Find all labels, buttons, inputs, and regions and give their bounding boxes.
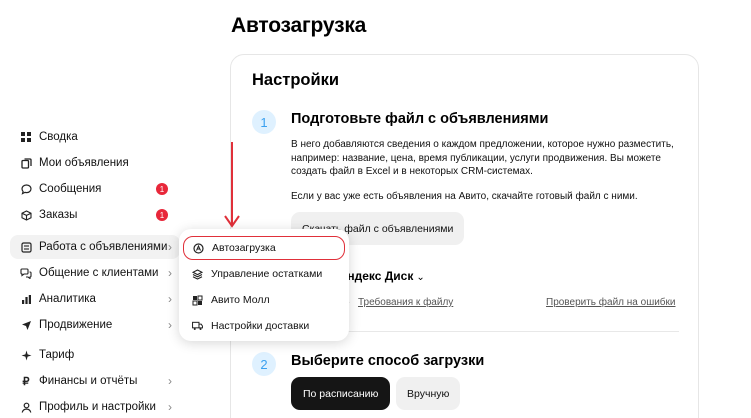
sidebar-item-profile[interactable]: Профиль и настройки › [10, 395, 180, 418]
chat-icon [20, 183, 32, 195]
submenu-item-label: Настройки доставки [211, 320, 310, 332]
chevron-right-icon: › [168, 266, 172, 280]
sidebar-item-ad-management[interactable]: Работа с объявлениями › [10, 235, 180, 259]
submenu-item-label: Управление остатками [211, 268, 323, 280]
chevron-right-icon: › [168, 374, 172, 388]
submenu-item-avito-mall[interactable]: Авито Молл [183, 288, 345, 312]
ad-management-submenu: Автозагрузка Управление остатками Авито … [179, 229, 349, 341]
requirements-link[interactable]: Требования к файлу [358, 297, 453, 308]
sidebar-item-label: Работа с объявлениями [39, 241, 168, 253]
rocket-icon [20, 319, 32, 331]
step-1-hint: Если у вас уже есть объявления на Авито,… [291, 191, 638, 202]
chevron-right-icon: › [168, 292, 172, 306]
autoload-icon [193, 242, 204, 254]
sidebar-item-finance[interactable]: ₽ Финансы и отчёты › [10, 369, 180, 393]
schedule-button[interactable]: По расписанию [291, 377, 391, 410]
sidebar-item-label: Общение с клиентами [39, 267, 159, 279]
sidebar-item-label: Финансы и отчёты [39, 375, 138, 387]
mall-icon [192, 295, 203, 306]
grid-icon [20, 131, 32, 143]
submenu-item-label: Авито Молл [211, 294, 270, 306]
sidebar-item-label: Аналитика [39, 293, 96, 305]
truck-icon [192, 321, 203, 332]
settings-title: Настройки [252, 71, 340, 89]
layers-icon [192, 268, 203, 280]
ruble-icon: ₽ [22, 375, 30, 388]
chevron-right-icon: › [168, 400, 172, 414]
chart-icon [20, 293, 32, 305]
step-2-title: Выберите способ загрузки [291, 353, 485, 369]
unread-badge: 1 [156, 183, 168, 195]
step-1-description: В него добавляются сведения о каждом пре… [291, 139, 674, 177]
sidebar-item-label: Мои объявления [39, 157, 129, 169]
step-2-number: 2 [252, 352, 276, 376]
person-icon [20, 401, 32, 413]
star-icon [20, 349, 32, 361]
sidebar-item-label: Профиль и настройки [39, 401, 156, 413]
sidebar-item-promotion[interactable]: Продвижение › [10, 313, 180, 337]
list-icon [20, 241, 32, 253]
submenu-item-label: Автозагрузка [212, 242, 276, 254]
sidebar-item-orders[interactable]: Заказы 1 [10, 203, 180, 227]
sidebar-item-client-communication[interactable]: Общение с клиентами › [10, 261, 180, 285]
check-file-link[interactable]: Проверить файл на ошибки [546, 297, 676, 308]
chats-icon [20, 267, 32, 279]
sidebar-item-tariff[interactable]: Тариф [10, 343, 180, 367]
sidebar-item-label: Тариф [39, 349, 75, 361]
box-icon [20, 209, 32, 221]
sidebar-item-label: Сводка [39, 131, 78, 143]
arrow-down-icon [224, 142, 240, 228]
sidebar-item-label: Продвижение [39, 319, 113, 331]
submenu-item-autoload[interactable]: Автозагрузка [183, 236, 345, 260]
step-1-title: Подготовьте файл с объявлениями [291, 111, 549, 127]
step-1-number: 1 [252, 110, 276, 134]
unread-badge: 1 [156, 209, 168, 221]
page-title: Автозагрузка [231, 14, 367, 37]
copy-icon [20, 157, 32, 169]
chevron-right-icon: › [168, 318, 172, 332]
sidebar-item-messages[interactable]: Сообщения 1 [10, 177, 180, 201]
manual-button[interactable]: Вручную [396, 377, 461, 410]
sidebar-item-analytics[interactable]: Аналитика › [10, 287, 180, 311]
submenu-item-delivery-settings[interactable]: Настройки доставки [183, 314, 345, 338]
chevron-down-icon: ⌄ [416, 272, 425, 283]
sidebar-item-summary[interactable]: Сводка [10, 125, 180, 149]
sidebar-item-my-ads[interactable]: Мои объявления [10, 151, 180, 175]
chevron-right-icon: › [168, 240, 172, 254]
submenu-item-stock-management[interactable]: Управление остатками [183, 262, 345, 286]
